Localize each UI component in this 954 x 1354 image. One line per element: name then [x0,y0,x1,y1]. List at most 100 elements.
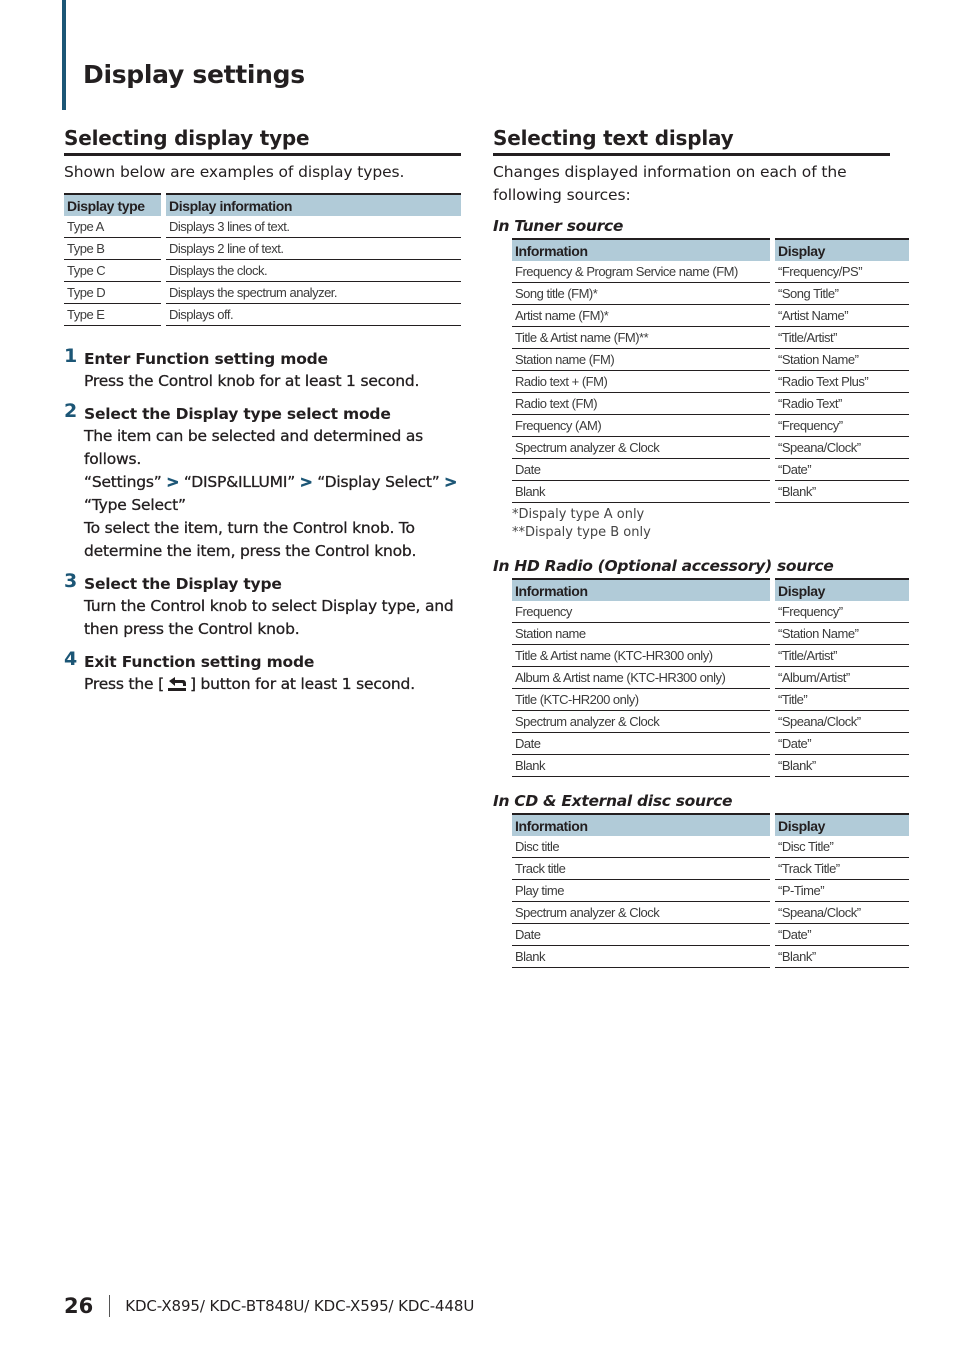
footnotes: *Dispaly type A only **Dispaly type B onl… [512,506,890,542]
display-cell: “Track Title” [775,858,909,880]
table-row: Frequency “Frequency” [512,601,909,623]
menu-path: “Settings” > “DISP&ILLUMI” > “Display Se… [84,471,461,517]
display-type-cell: Type D [64,282,161,304]
information-cell: Title & Artist name (KTC-HR300 only) [512,645,770,667]
step-body: Press the Control knob for at least 1 se… [84,372,420,390]
information-cell: Radio text (FM) [512,393,770,415]
menu-path-item: “Display Select” [317,473,440,491]
information-cell: Spectrum analyzer & Clock [512,437,770,459]
step-body: The item can be selected and determined … [84,427,424,468]
information-cell: Blank [512,481,770,503]
table-row: Station name “Station Name” [512,623,909,645]
table-row: Album & Artist name (KTC-HR300 only) “Alb… [512,667,909,689]
table-row: Spectrum analyzer & Clock “Speana/Clock” [512,437,909,459]
display-cell: “Station Name” [775,349,909,371]
table-row: Blank “Blank” [512,481,909,503]
display-cell: “Frequency/PS” [775,261,909,283]
right-column: Selecting text display Changes displayed… [493,124,909,968]
information-cell: Station name (FM) [512,349,770,371]
source-table: Information Display Frequency & Program Se… [512,238,909,503]
display-cell: “Title/Artist” [775,327,909,349]
step-3: 3 Select the Display type Turn the Contr… [64,570,461,641]
step-4: 4 Exit Function setting mode Press the [… [64,648,461,699]
source-title: In HD Radio (Optional accessory) source [493,557,834,575]
table-row: Type D Displays the spectrum analyzer. [64,282,461,304]
display-cell: “Frequency” [775,601,909,623]
table-row: Type E Displays off. [64,304,461,326]
step-title: Enter Function setting mode [84,350,328,368]
section-title-display-type: Selecting display type [64,124,461,156]
step-number: 3 [64,570,78,592]
display-cell: “Date” [775,924,909,946]
table-row: Track title “Track Title” [512,858,909,880]
chevron-right-icon: > [444,473,458,492]
information-cell: Artist name (FM)* [512,305,770,327]
information-cell: Frequency (AM) [512,415,770,437]
menu-path-item: “DISP&ILLUMI” [183,473,296,491]
step-title: Select the Display type select mode [84,405,391,423]
display-cell: “Radio Text Plus” [775,371,909,393]
display-cell: “Date” [775,733,909,755]
information-cell: Blank [512,946,770,968]
display-type-cell: Type A [64,216,161,238]
table-row: Type C Displays the clock. [64,260,461,282]
footnote: **Dispaly type B only [512,525,651,540]
table-row: Date “Date” [512,924,909,946]
return-icon [166,676,188,699]
table-header-row: Information Display [512,813,909,836]
sources-list: In Tuner source Information Display Frequen… [493,216,909,968]
information-cell: Title (KTC-HR200 only) [512,689,770,711]
information-cell: Station name [512,623,770,645]
source-table: Information Display Frequency “Frequency” St… [512,578,909,777]
display-cell: “Station Name” [775,623,909,645]
table-row: Frequency (AM) “Frequency” [512,415,909,437]
information-cell: Track title [512,858,770,880]
column-header: Display information [166,193,461,216]
display-info-cell: Displays 3 lines of text. [166,216,461,238]
table-row: Spectrum analyzer & Clock “Speana/Clock” [512,902,909,924]
table-row: Date “Date” [512,459,909,481]
column-header: Information [512,578,770,601]
table-row: Station name (FM) “Station Name” [512,349,909,371]
table-header-row: Information Display [512,578,909,601]
left-column: Selecting display type Shown below are e… [64,124,461,709]
step-body: Press the [] button for at least 1 secon… [84,673,461,699]
footer-divider [109,1295,111,1317]
information-cell: Date [512,733,770,755]
display-cell: “P-Time” [775,880,909,902]
column-header: Display type [64,193,161,216]
information-cell: Play time [512,880,770,902]
information-cell: Frequency & Program Service name (FM) [512,261,770,283]
table-row: Frequency & Program Service name (FM) “Fr… [512,261,909,283]
step-title: Select the Display type [84,575,282,593]
display-info-cell: Displays the clock. [166,260,461,282]
source-section: In Tuner source Information Display Frequen… [493,216,909,542]
display-info-cell: Displays 2 line of text. [166,238,461,260]
table-row: Type B Displays 2 line of text. [64,238,461,260]
information-cell: Blank [512,755,770,777]
information-cell: Disc title [512,836,770,858]
source-section: In CD & External disc source Information D… [493,791,909,968]
step-number: 2 [64,400,78,422]
display-cell: “Speana/Clock” [775,902,909,924]
display-type-intro: Shown below are examples of display type… [64,163,405,181]
display-cell: “Disc Title” [775,836,909,858]
display-cell: “Blank” [775,481,909,503]
table-row: Title & Artist name (FM)** “Title/Artist” [512,327,909,349]
step-body: To select the item, turn the Control kno… [84,519,417,560]
display-cell: “Artist Name” [775,305,909,327]
step-number: 1 [64,345,78,367]
menu-path-item: “Type Select” [84,496,186,514]
table-row: Artist name (FM)* “Artist Name” [512,305,909,327]
footnote: *Dispaly type A only [512,507,645,522]
page-title: Display settings [83,60,305,89]
display-cell: “Blank” [775,946,909,968]
table-row: Type A Displays 3 lines of text. [64,216,461,238]
display-cell: “Frequency” [775,415,909,437]
step-number: 4 [64,648,78,670]
display-cell: “Album/Artist” [775,667,909,689]
information-cell: Song title (FM)* [512,283,770,305]
page-number: 26 [64,1294,94,1318]
step-title: Exit Function setting mode [84,653,315,671]
chevron-right-icon: > [166,473,180,492]
